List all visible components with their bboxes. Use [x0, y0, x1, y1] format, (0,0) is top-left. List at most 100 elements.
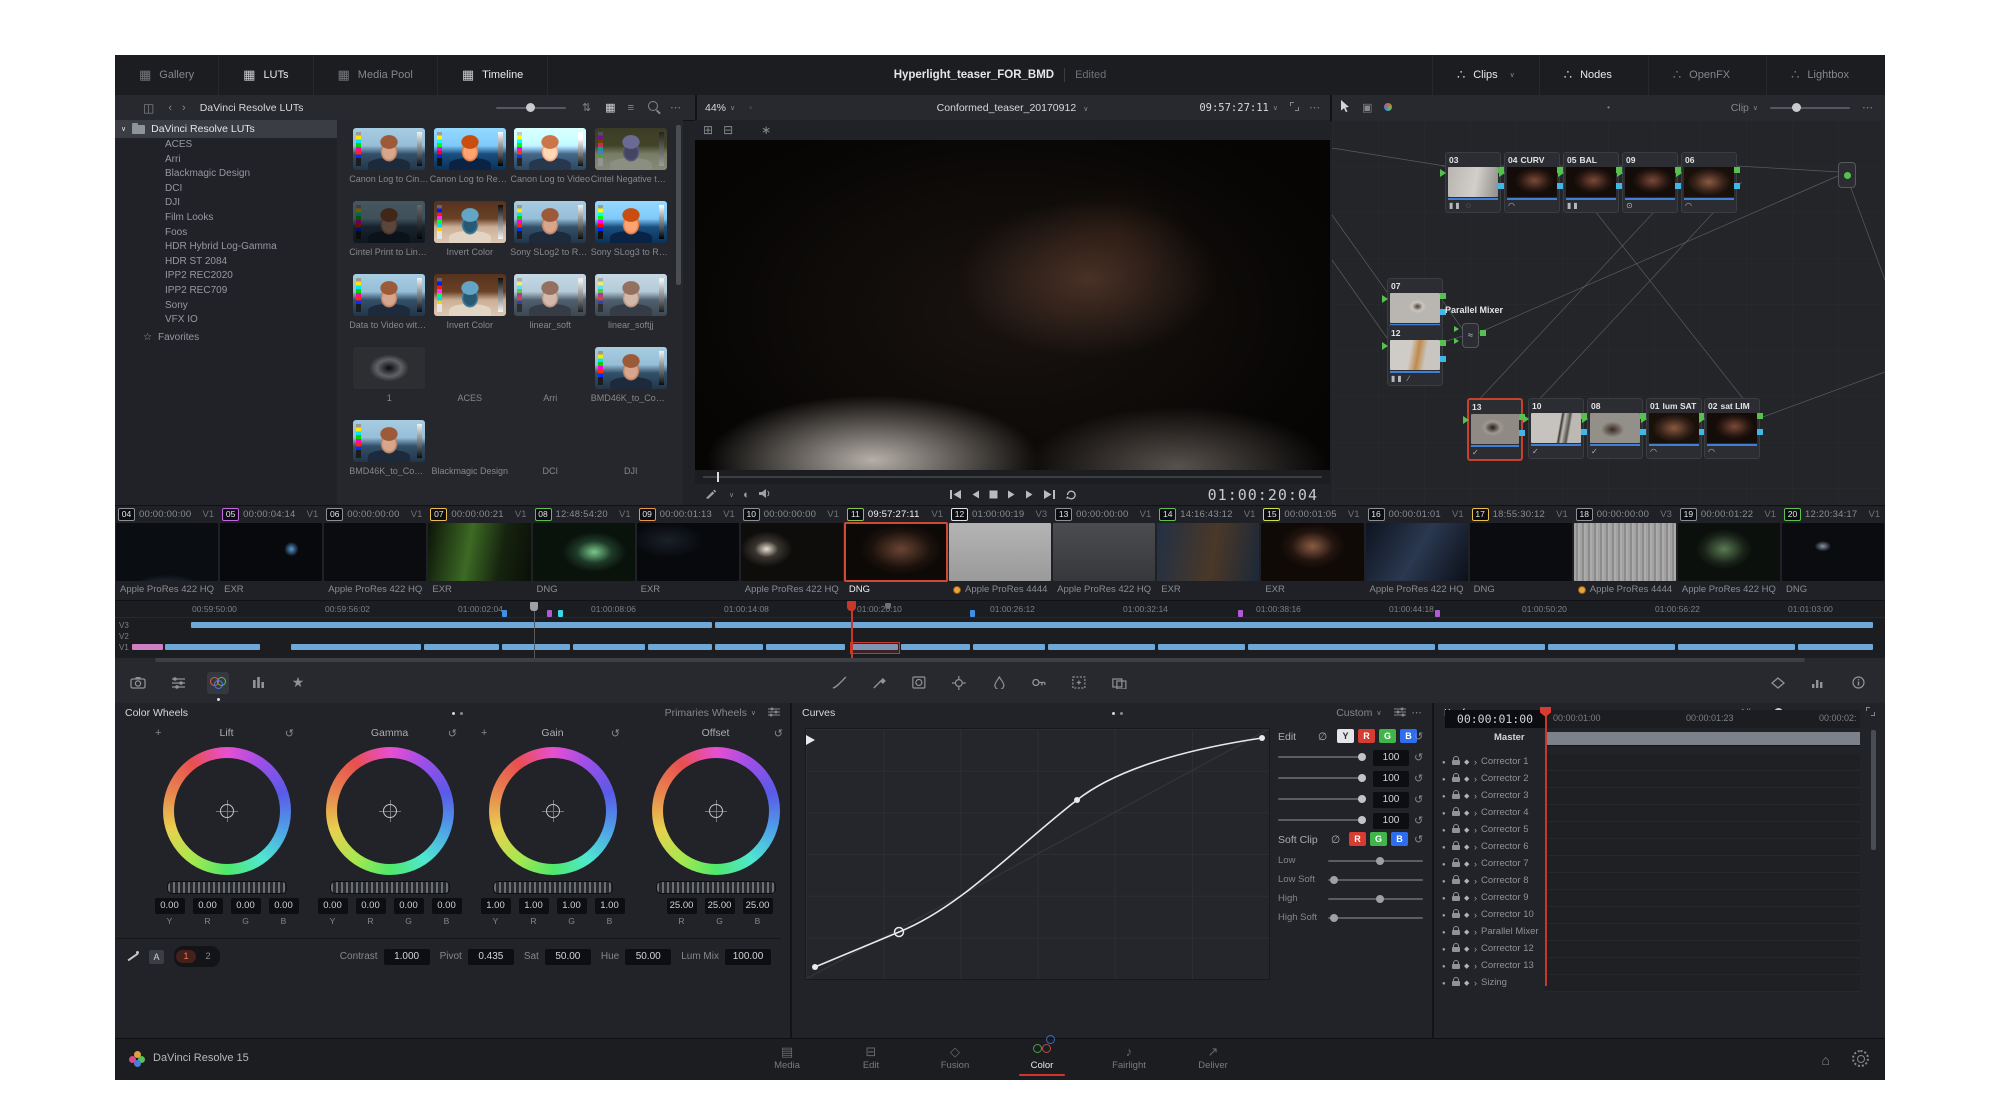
prev-frame-button[interactable] — [971, 489, 980, 500]
auto-badge[interactable]: A — [149, 950, 164, 964]
adjustment-value[interactable]: 1.000 — [384, 949, 430, 965]
keyframe-track[interactable] — [1545, 941, 1860, 958]
curves-palette-icon[interactable] — [828, 672, 850, 694]
clip-thumbnail[interactable] — [116, 523, 218, 581]
chevron-right-icon[interactable] — [1474, 791, 1477, 801]
keyframe-row[interactable]: Corrector 12 — [1432, 941, 1885, 958]
more-options-icon[interactable]: ⋯ — [670, 101, 681, 114]
color-wheel[interactable] — [163, 747, 291, 875]
clip-thumbnail[interactable] — [1470, 523, 1572, 581]
loop-button[interactable] — [1065, 489, 1077, 501]
master-wheel[interactable] — [167, 881, 287, 894]
channel-value[interactable]: 100 — [1373, 792, 1409, 808]
workspace-tab[interactable]: ∴ OpenFX — [1648, 55, 1766, 95]
chevron-right-icon[interactable] — [1474, 961, 1477, 971]
corrector-node[interactable]: 01lum SAT ◠ — [1646, 398, 1702, 459]
camera-raw-icon[interactable] — [127, 672, 149, 694]
keyframe-row[interactable]: Corrector 4 — [1432, 805, 1885, 822]
viewer-image[interactable] — [695, 140, 1330, 470]
channel-slider[interactable] — [1278, 777, 1366, 779]
wheel-value[interactable]: 25.00 — [667, 898, 697, 914]
timeline-segment[interactable] — [715, 644, 763, 650]
reset-icon[interactable]: ↺ — [1414, 751, 1423, 764]
keyframe-row[interactable]: Corrector 3 — [1432, 788, 1885, 805]
soft-clip-slider[interactable] — [1328, 917, 1423, 919]
timeline-segment[interactable] — [424, 644, 499, 650]
keyframe-diamond-icon[interactable] — [1464, 842, 1469, 851]
chevron-right-icon[interactable] — [1474, 876, 1477, 886]
timeline-marker[interactable] — [970, 610, 975, 617]
corrector-node[interactable]: 06 ◠ — [1681, 152, 1737, 213]
color-match-icon[interactable] — [167, 672, 189, 694]
color-wheel[interactable] — [489, 747, 617, 875]
keyframe-diamond-icon[interactable] — [1464, 808, 1469, 817]
chevron-right-icon[interactable] — [1474, 825, 1477, 835]
keyframe-track[interactable] — [1545, 839, 1860, 856]
corrector-node[interactable]: 05BAL ▮▮ — [1563, 152, 1619, 213]
channel-chip[interactable]: G — [1370, 832, 1387, 846]
lut-tree-item[interactable]: Blackmagic Design — [115, 167, 337, 182]
lut-item[interactable]: Cintel Negative to Lin... — [591, 126, 672, 199]
flag-marker-a[interactable] — [530, 602, 538, 611]
enable-dot-icon[interactable] — [1442, 978, 1446, 987]
blur-palette-icon[interactable] — [988, 672, 1010, 694]
lut-item[interactable]: ACES — [430, 345, 511, 418]
timeline-segment[interactable] — [1548, 644, 1675, 650]
chevron-right-icon[interactable] — [1474, 944, 1477, 954]
sort-icon[interactable]: ⇅ — [582, 101, 591, 114]
wheel-value[interactable]: 1.00 — [557, 898, 587, 914]
clip-thumbnail[interactable] — [1157, 523, 1259, 581]
back-icon[interactable]: ‹ — [168, 102, 172, 114]
channel-value[interactable]: 100 — [1373, 813, 1409, 829]
lut-tree-favorites[interactable]: ☆ Favorites — [115, 330, 337, 346]
lock-icon[interactable] — [1452, 794, 1460, 799]
lut-tree-item[interactable]: IPP2 REC2020 — [115, 269, 337, 284]
lut-item[interactable]: Cintel Print to Linear — [349, 199, 430, 272]
corrector-node[interactable]: 10 ✓ — [1528, 398, 1584, 459]
timeline-clip[interactable]: 10 00:00:00:00 V1 Apple ProRes 422 HQ — [740, 506, 844, 601]
channel-chip[interactable]: Y — [1337, 729, 1354, 743]
timeline-segment[interactable] — [191, 622, 712, 628]
keyframe-track[interactable] — [1545, 805, 1860, 822]
keyframe-row[interactable]: Corrector 7 — [1432, 856, 1885, 873]
lut-item[interactable]: 1 — [349, 345, 430, 418]
timeline-ruler[interactable]: 00:59:50:0000:59:56:0201:00:02:0401:00:0… — [115, 601, 1885, 618]
adjustment-value[interactable]: 100.00 — [725, 949, 771, 965]
chevron-right-icon[interactable] — [1474, 910, 1477, 920]
lut-item[interactable]: DJI — [591, 418, 672, 491]
keyframe-diamond-icon[interactable] — [1464, 791, 1469, 800]
lut-item[interactable]: Sony SLog3 to Rec709 — [591, 199, 672, 272]
timeline-marker[interactable] — [1238, 610, 1243, 617]
timeline-clip[interactable]: 06 00:00:00:00 V1 Apple ProRes 422 HQ — [323, 506, 427, 601]
page-tab[interactable]: Color — [1019, 1044, 1065, 1076]
lut-tree-item[interactable]: DCI — [115, 182, 337, 197]
color-wheel[interactable] — [326, 747, 454, 875]
corrector-node[interactable]: 12 ▮▮ ∕ — [1387, 325, 1443, 386]
lut-item[interactable]: Blackmagic Design — [430, 418, 511, 491]
lut-item[interactable]: Canon Log to Video — [510, 126, 591, 199]
soft-clip-slider[interactable] — [1328, 879, 1423, 881]
home-icon[interactable]: ⌂ — [1822, 1052, 1830, 1068]
thumbnail-size-slider[interactable] — [496, 107, 566, 109]
lock-icon[interactable] — [1452, 828, 1460, 833]
timeline-clip[interactable]: 15 00:00:01:05 V1 EXR — [1260, 506, 1364, 601]
lut-item[interactable]: Canon Log to Cineon — [349, 126, 430, 199]
keyframe-track[interactable] — [1545, 907, 1860, 924]
timeline-segment[interactable] — [132, 644, 163, 650]
timeline-clip[interactable]: 08 12:48:54:20 V1 DNG — [532, 506, 636, 601]
timeline-clip[interactable]: 05 00:00:04:14 V1 EXR — [219, 506, 323, 601]
channel-chip[interactable]: G — [1379, 729, 1396, 743]
page-tab[interactable]: ▤ Media — [767, 1044, 807, 1076]
keyframe-track[interactable] — [1545, 771, 1860, 788]
keyframe-diamond-icon[interactable] — [1464, 961, 1469, 970]
lut-tree-item[interactable]: HDR ST 2084 — [115, 255, 337, 270]
keyframe-row[interactable]: Corrector 6 — [1432, 839, 1885, 856]
clip-thumbnail[interactable] — [1678, 523, 1780, 581]
timeline-segment[interactable] — [1048, 644, 1155, 650]
timeline-marker[interactable] — [547, 610, 552, 617]
page-tab[interactable]: ↗ Deliver — [1193, 1044, 1233, 1076]
keyframe-row[interactable]: Corrector 5 — [1432, 822, 1885, 839]
lock-icon[interactable] — [1452, 981, 1460, 986]
wheel-page-switch[interactable]: 1 2 — [174, 946, 220, 967]
lut-item[interactable] — [349, 491, 430, 505]
